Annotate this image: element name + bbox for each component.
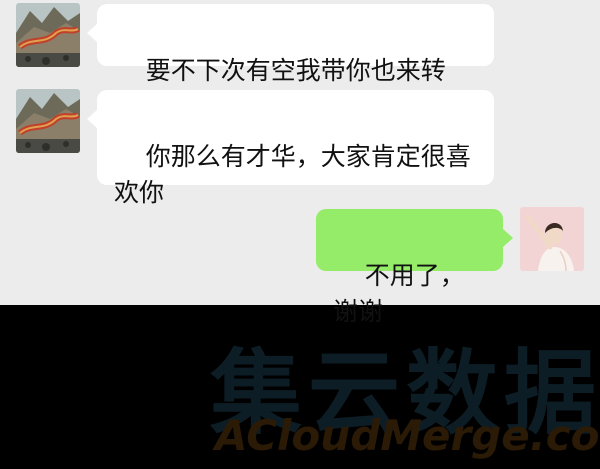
message-bubble[interactable]: 不用了，谢谢: [316, 209, 513, 326]
message-text: 你那么有才华，大家肯定很喜欢你: [114, 142, 471, 207]
contact-avatar[interactable]: [16, 3, 80, 67]
message-bubble[interactable]: 要不下次有空我带你也来转转?: [87, 4, 494, 121]
self-avatar[interactable]: [520, 207, 584, 271]
contact-avatar[interactable]: [16, 89, 80, 153]
watermark: 集云数据 ACloudMerge.com: [0, 305, 600, 469]
watermark-en-text: ACloudMerge.com: [215, 411, 600, 460]
chat-area: 要不下次有空我带你也来转转? 你那么有才华，大家肯定很喜欢你 不用了，谢谢: [0, 0, 600, 326]
great-wall-painting-avatar-icon: [16, 3, 80, 67]
great-wall-painting-avatar-icon: [16, 89, 80, 153]
message-bubble[interactable]: 你那么有才华，大家肯定很喜欢你: [87, 90, 494, 207]
woman-portrait-avatar-icon: [520, 207, 584, 271]
